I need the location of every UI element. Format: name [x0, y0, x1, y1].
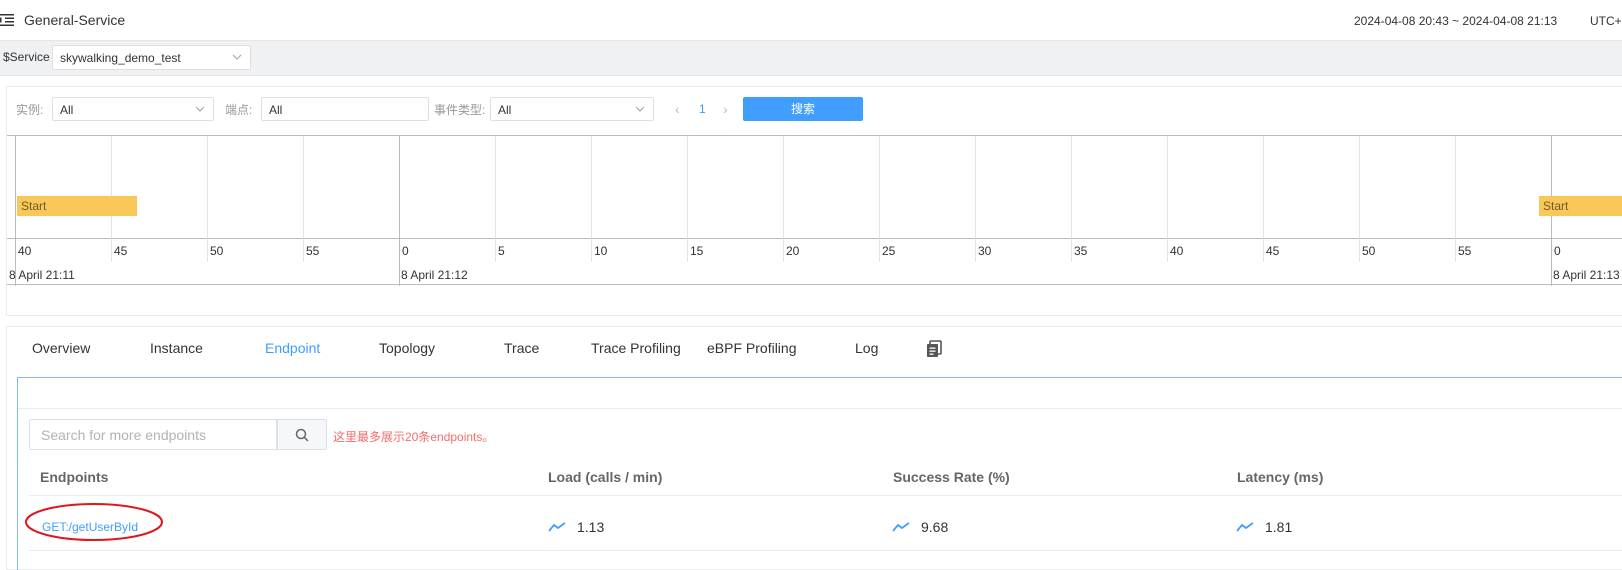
menu-icon[interactable]: [0, 13, 14, 27]
instance-filter-value: All: [60, 103, 74, 117]
timeline-tick-label: 50: [1362, 244, 1376, 258]
chevron-down-icon: [635, 106, 645, 112]
service-select[interactable]: skywalking_demo_test: [52, 45, 251, 70]
service-label: $Service: [3, 50, 50, 64]
line-chart-icon[interactable]: [548, 522, 566, 532]
header-row-divider: [29, 495, 1622, 496]
event-timeline-panel: 实例: All 端点: All 事件类型: All ‹ 1 › 搜索 40 45 5…: [6, 86, 1622, 316]
timeline-tick-label: 0: [1554, 244, 1561, 258]
widget-header-divider: [18, 408, 1622, 409]
chevron-down-icon: [195, 106, 205, 112]
service-select-value: skywalking_demo_test: [60, 51, 181, 65]
timeline-grid-line: [975, 136, 976, 262]
timeline-tick-label: 35: [1074, 244, 1088, 258]
timeline-tick-label: 0: [402, 244, 409, 258]
page-title: General-Service: [24, 12, 126, 28]
line-chart-icon[interactable]: [1236, 522, 1254, 532]
tab-topology[interactable]: Topology: [379, 340, 435, 356]
timeline-grid-line: [207, 136, 208, 262]
row-divider: [29, 550, 1622, 551]
event-type-filter-value: All: [498, 103, 512, 117]
event-type-filter-select[interactable]: All: [490, 97, 654, 121]
timeline-tick-label: 50: [210, 244, 224, 258]
timeline-event-bar[interactable]: Start: [17, 196, 137, 216]
timeline-grid-line: [1071, 136, 1072, 262]
instance-filter-select[interactable]: All: [52, 97, 214, 121]
timeline-grid-line: [303, 136, 304, 262]
endpoint-filter-label: 端点:: [225, 103, 253, 117]
top-header: General-Service 2024-04-08 20:43 ~ 2024-…: [0, 0, 1622, 41]
service-tabs-panel: Overview Instance Endpoint Topology Trac…: [6, 326, 1622, 570]
timeline-tick-label: 55: [1458, 244, 1472, 258]
service-selector-bar: $Service skywalking_demo_test: [0, 41, 1622, 76]
column-header-endpoints: Endpoints: [40, 469, 109, 485]
timeline-event-bar[interactable]: Start: [1539, 196, 1622, 216]
pager-prev-icon[interactable]: ‹: [675, 101, 680, 117]
timeline-axis: [7, 238, 1622, 239]
timeline-tick-label: 30: [978, 244, 992, 258]
tab-trace[interactable]: Trace: [504, 340, 539, 356]
chevron-down-icon: [232, 54, 242, 60]
instance-filter-label: 实例:: [16, 103, 44, 117]
tab-instance[interactable]: Instance: [150, 340, 203, 356]
timeline-tick-label: 45: [114, 244, 128, 258]
event-timeline[interactable]: 40 45 50 55 0 5 10 15 20 25 30 35 40 45 50 55 0 8 April 2…: [7, 135, 1622, 286]
success-rate-value: 9.68: [921, 519, 949, 535]
timeline-grid-line: [591, 136, 592, 262]
timeline-tick-label: 45: [1266, 244, 1280, 258]
tab-trace-profiling[interactable]: Trace Profiling: [591, 340, 681, 356]
line-chart-icon[interactable]: [892, 522, 910, 532]
timezone-label[interactable]: UTC+: [1590, 14, 1622, 28]
column-header-load: Load (calls / min): [548, 469, 663, 485]
latency-value: 1.81: [1265, 519, 1293, 535]
tab-log[interactable]: Log: [855, 340, 878, 356]
tab-overview[interactable]: Overview: [32, 340, 90, 356]
timeline-date-label: 8 April 21:13: [1553, 268, 1620, 282]
timeline-tick-label: 55: [306, 244, 320, 258]
timeline-grid-line: [879, 136, 880, 262]
pager-current-page[interactable]: 1: [699, 102, 706, 116]
timeline-grid-line: [1167, 136, 1168, 262]
timeline-tick-label: 20: [786, 244, 800, 258]
search-icon: [295, 428, 309, 442]
endpoint-limit-note: 这里最多展示20条endpoints。: [333, 430, 495, 444]
timeline-grid-line: [783, 136, 784, 262]
timeline-grid-line: [1455, 136, 1456, 262]
endpoint-search-button[interactable]: [277, 419, 327, 450]
time-range-picker[interactable]: 2024-04-08 20:43 ~ 2024-04-08 21:13: [1354, 14, 1557, 28]
column-header-success-rate: Success Rate (%): [893, 469, 1010, 485]
endpoint-filter-value: All: [269, 103, 283, 117]
column-header-latency: Latency (ms): [1237, 469, 1324, 485]
event-type-filter-label: 事件类型:: [434, 103, 486, 117]
timeline-grid-line: [1263, 136, 1264, 262]
timeline-tick-label: 5: [498, 244, 505, 258]
endpoint-list-widget: 这里最多展示20条endpoints。 Endpoints Load (call…: [17, 377, 1622, 570]
tab-ebpf-profiling[interactable]: eBPF Profiling: [707, 340, 796, 356]
timeline-date-label: 8 April 21:12: [401, 268, 468, 282]
copy-icon[interactable]: [925, 340, 943, 358]
timeline-tick-label: 10: [594, 244, 608, 258]
timeline-major-line: [15, 136, 16, 286]
endpoint-filter-input[interactable]: All: [261, 97, 429, 121]
timeline-grid-line: [1359, 136, 1360, 262]
timeline-tick-label: 15: [690, 244, 704, 258]
timeline-tick-label: 40: [1170, 244, 1184, 258]
timeline-grid-line: [687, 136, 688, 262]
annotation-ellipse: [25, 503, 163, 541]
timeline-major-line: [399, 136, 400, 286]
pager-next-icon[interactable]: ›: [723, 101, 728, 117]
timeline-tick-label: 25: [882, 244, 896, 258]
tab-endpoint[interactable]: Endpoint: [265, 340, 320, 356]
endpoint-search-input[interactable]: [29, 419, 277, 450]
timeline-date-label: 8 April 21:11: [9, 268, 75, 282]
timeline-grid-line: [495, 136, 496, 262]
timeline-tick-label: 40: [18, 244, 32, 258]
event-search-button[interactable]: 搜索: [743, 97, 863, 121]
load-value: 1.13: [577, 519, 605, 535]
